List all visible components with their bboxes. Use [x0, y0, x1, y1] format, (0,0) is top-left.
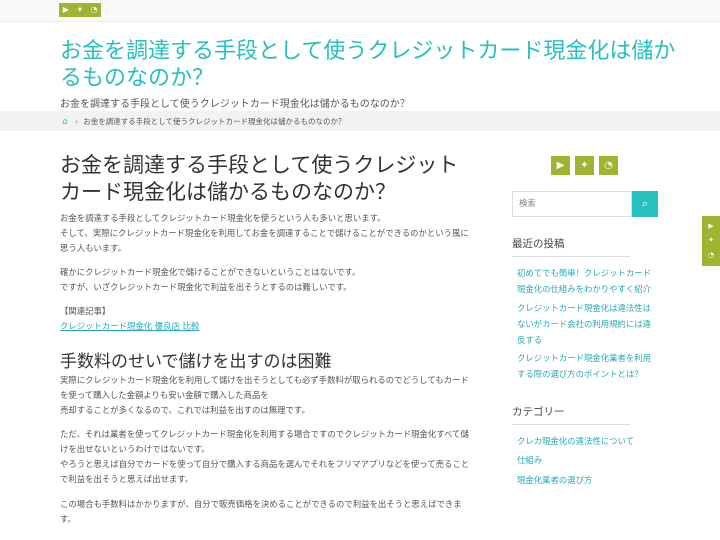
- recent-post-link[interactable]: 初めてでも簡単！クレジットカード現金化の仕組みをわかりやすく紹介: [517, 265, 659, 297]
- twitter-icon[interactable]: ✦: [575, 156, 594, 175]
- text-line: この場合も手数料はかかりますが、自分で販売価格を決めることができるので利益を出そ…: [60, 499, 462, 524]
- article-paragraph: ただ、それは業者を使ってクレジットカード現金化を利用する場合ですのでクレジットカ…: [60, 427, 472, 487]
- text-line: 実際にクレジットカード現金化を利用して儲けを出そうとしても必ず手数料が取られるの…: [60, 375, 469, 400]
- search-input[interactable]: 検索: [512, 191, 632, 217]
- breadcrumb-current: お金を調達する手段として使うクレジットカード現金化は儲かるものなのか？: [83, 117, 346, 126]
- category-link[interactable]: 仕組み: [517, 452, 659, 468]
- article-paragraph: この場合も手数料はかかりますが、自分で販売価格を決めることができるので利益を出そ…: [60, 497, 472, 527]
- category-link[interactable]: クレカ現金化の違法性について: [517, 433, 659, 449]
- site-description: お金を調達する手段として使うクレジットカード現金化は儲かるものなのか？: [60, 99, 410, 110]
- twitter-icon[interactable]: ✦: [73, 3, 87, 17]
- text-line: 確かにクレジットカード現金化で儲けることができないということはないです。: [60, 267, 361, 277]
- text-line: ただ、それは業者を使ってクレジットカード現金化を利用する場合ですのでクレジットカ…: [60, 429, 469, 454]
- article-title: お金を調達する手段として使うクレジットカード現金化は儲かるものなのか？: [60, 153, 459, 204]
- search-icon: ⌕: [641, 197, 649, 210]
- youtube-icon[interactable]: ▶: [59, 3, 73, 17]
- twitter-icon[interactable]: ✦: [708, 237, 714, 244]
- chevron-right-icon: ›: [75, 117, 79, 126]
- article-paragraph: 実際にクレジットカード現金化を利用して儲けを出そうとしても必ず手数料が取られるの…: [60, 373, 472, 418]
- text-line: そして、実際にクレジットカード現金化を利用してお金を調達することで儲けることがで…: [60, 228, 469, 253]
- youtube-icon[interactable]: ▶: [708, 222, 713, 230]
- home-icon[interactable]: ⌂: [62, 117, 70, 126]
- rss-icon[interactable]: ◔: [599, 156, 618, 175]
- recent-post-link[interactable]: クレジットカード現金化は違法性はないがカード会社の利用規約には違反する: [517, 300, 659, 348]
- search-button[interactable]: ⌕: [632, 191, 658, 217]
- breadcrumb: ⌂ › お金を調達する手段として使うクレジットカード現金化は儲かるものなのか？: [0, 111, 720, 131]
- floating-social-bar: ▶ ✦ ◔: [702, 216, 720, 266]
- rss-icon[interactable]: ◔: [708, 252, 714, 259]
- related-link[interactable]: クレジットカード現金化 優良店 比較: [60, 321, 199, 331]
- top-bar: ▶ ✦ ◔: [0, 0, 720, 22]
- recent-post-link[interactable]: クレジットカード現金化業者を利用する際の選び方のポイントとは？: [517, 350, 659, 382]
- section-heading: 手数料のせいで儲けを出すのは困難: [60, 352, 332, 372]
- related-articles: 【関連記事】 クレジットカード現金化 優良店 比較: [60, 304, 472, 334]
- text-line: やろうと思えば自分でカードを使って自分で購入する商品を選んでそれをフリマアプリな…: [60, 459, 470, 484]
- text-line: 売却することが多くなるので、これでは利益を出すのは無理です。: [60, 405, 310, 415]
- categories-title: カテゴリー: [512, 404, 630, 425]
- article-paragraph: 確かにクレジットカード現金化で儲けることができないということはないです。 ですが…: [60, 265, 472, 295]
- top-social-icons: ▶ ✦ ◔: [59, 3, 101, 17]
- text-line: ですが、いざクレジットカード現金化で利益を出そうとするのは難しいです。: [60, 282, 352, 292]
- category-link[interactable]: 現金化業者の選び方: [517, 472, 659, 488]
- search-form: 検索 ⌕: [512, 191, 658, 217]
- site-title[interactable]: お金を調達する手段として使うクレジットカード現金化は儲かるものなのか？: [60, 38, 680, 92]
- article-paragraph: お金を調達する手段としてクレジットカード現金化を使うという人も多いと思います。 …: [60, 211, 472, 256]
- recent-posts-title: 最近の投稿: [512, 236, 630, 257]
- sidebar-social-icons: ▶ ✦ ◔: [551, 156, 618, 175]
- related-label: 【関連記事】: [60, 306, 111, 316]
- text-line: お金を調達する手段としてクレジットカード現金化を使うという人も多いと思います。: [60, 213, 386, 223]
- rss-icon[interactable]: ◔: [87, 3, 101, 17]
- youtube-icon[interactable]: ▶: [551, 156, 570, 175]
